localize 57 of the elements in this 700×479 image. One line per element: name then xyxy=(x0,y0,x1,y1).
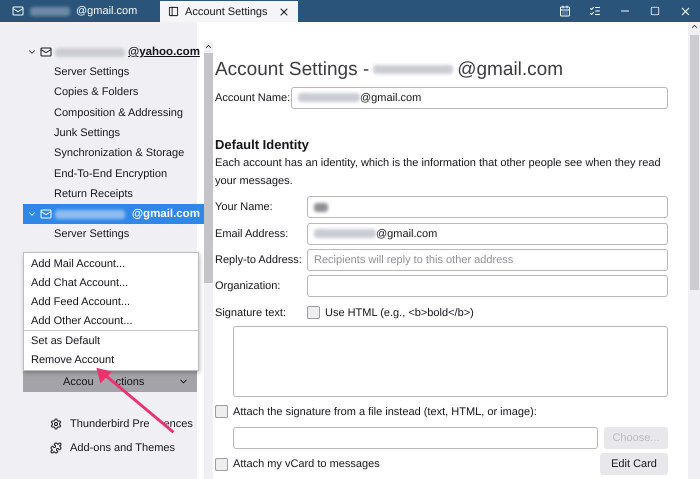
sidebar-item[interactable]: Return Receipts xyxy=(23,184,204,204)
label-text: Thunderbird Pre xyxy=(70,418,150,430)
scrollbar-thumb[interactable] xyxy=(204,53,213,283)
puzzle-icon[interactable] xyxy=(50,442,62,454)
field-label: Organization: xyxy=(215,280,282,292)
label-text: ctions xyxy=(116,376,144,388)
menu-item[interactable]: Set as Default xyxy=(24,331,198,350)
input-field[interactable] xyxy=(307,275,668,298)
maximize-icon[interactable] xyxy=(650,6,660,16)
section-heading: Default Identity xyxy=(215,136,310,154)
scrollbar-thumb[interactable] xyxy=(690,35,698,290)
sidebar-item[interactable]: Server Settings xyxy=(23,62,204,82)
field-label: Reply-to Address: xyxy=(215,254,303,266)
field-label: Signature text: xyxy=(215,306,287,319)
page-title: Account Settings - xyxy=(215,58,370,81)
tasks-icon[interactable] xyxy=(589,5,601,17)
account-actions-button[interactable]: Accou ctions xyxy=(23,371,197,392)
checkbox[interactable]: Use HTML (e.g., <b>bold</b>) xyxy=(307,306,474,320)
settings-icon[interactable] xyxy=(50,418,62,430)
account-row[interactable]: @gmail.com xyxy=(23,204,204,224)
scroll-up-icon[interactable] xyxy=(690,22,698,31)
account-row[interactable]: @yahoo.com xyxy=(23,42,204,62)
mail-icon xyxy=(40,208,52,220)
menu-item[interactable]: Add Other Account... xyxy=(24,311,198,330)
calendar-icon[interactable] xyxy=(559,5,571,17)
input-field[interactable]: @gmail.com xyxy=(291,86,668,109)
input-field[interactable]: @gmail.com xyxy=(307,222,668,245)
tab-icon xyxy=(168,6,179,17)
menu-item[interactable]: Add Chat Account... xyxy=(24,273,198,292)
file-path-field[interactable] xyxy=(233,427,598,450)
sidebar-item[interactable]: Copies & Folders xyxy=(23,82,204,103)
checkbox[interactable]: Attach the signature from a file instead (text, HTML, or image): xyxy=(215,405,537,418)
field-label: Email Address: xyxy=(215,228,290,240)
label-text: Accou xyxy=(63,376,94,388)
menu-item[interactable]: Add Feed Account... xyxy=(24,292,198,311)
menu-item[interactable]: Remove Account xyxy=(24,350,198,369)
checkbox[interactable]: Attach my vCard to messages xyxy=(215,458,380,471)
label-text: Add-ons and Themes xyxy=(70,442,175,454)
edit-card-button[interactable]: Edit Card xyxy=(600,453,668,476)
sidebar-item[interactable]: Junk Settings xyxy=(23,122,204,144)
input-field[interactable] xyxy=(307,196,668,218)
sidebar-item[interactable]: Server Settings xyxy=(23,224,204,244)
close-icon[interactable] xyxy=(678,4,692,18)
close-icon[interactable] xyxy=(278,6,290,18)
menu-item[interactable]: Add Mail Account... xyxy=(24,254,198,273)
description-text: Each account has an identity, which is the information that other people see when they read your messages. xyxy=(215,156,662,190)
sidebar-item[interactable]: Synchronization & Storage xyxy=(23,143,204,164)
sidebar-item[interactable]: End-To-End Encryption xyxy=(23,163,204,184)
tab[interactable]: @gmail.com xyxy=(4,0,160,22)
field-label: Account Name: xyxy=(215,92,291,104)
sidebar-item[interactable]: Composition & Addressing xyxy=(23,102,204,123)
mail-icon xyxy=(40,46,52,58)
page-title: @gmail.com xyxy=(457,58,564,81)
scroll-up-icon[interactable] xyxy=(204,42,213,51)
tab[interactable]: Account Settings xyxy=(160,1,298,22)
mail-icon xyxy=(12,5,24,17)
field-label: Your Name: xyxy=(215,201,274,214)
